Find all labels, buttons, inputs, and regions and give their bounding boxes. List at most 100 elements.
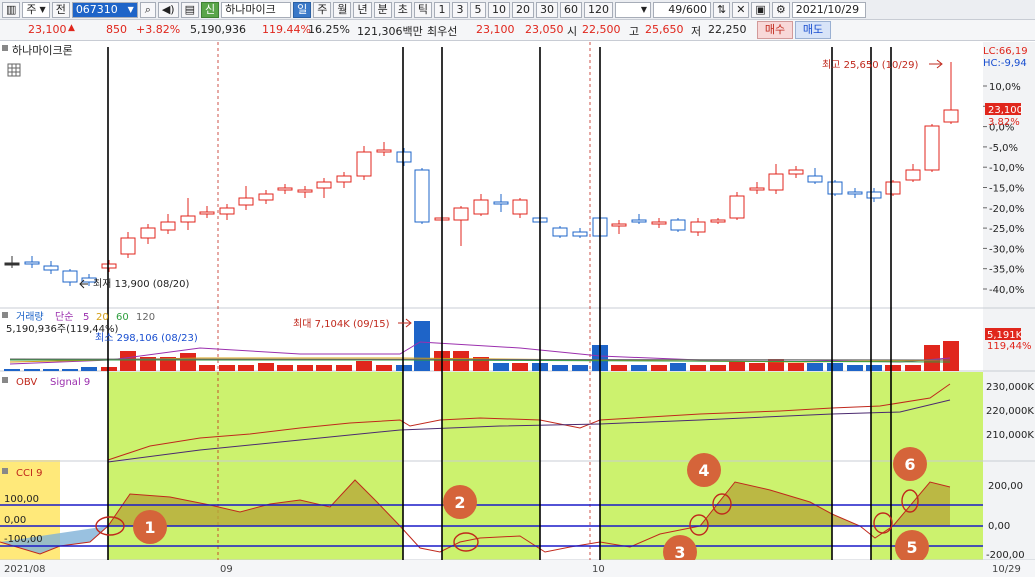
- price-axis-tick: -15,0%: [989, 184, 1024, 195]
- volume-legend-item: 거래량: [16, 311, 44, 323]
- candle-body: [552, 227, 568, 237]
- volume-bar: [297, 365, 313, 371]
- candle-body: [611, 223, 627, 227]
- stock-code-input[interactable]: 067310 ▼: [71, 1, 138, 18]
- chart-layout-icon[interactable]: ▥: [2, 1, 21, 18]
- stock-badge: 신: [200, 1, 220, 18]
- candle-body: [180, 215, 196, 223]
- marker-label: 1: [144, 518, 155, 537]
- speaker-icon[interactable]: ◀): [157, 1, 179, 18]
- volume-bar: [316, 365, 332, 371]
- collapse-icon[interactable]: [2, 377, 8, 383]
- volume-bar: [219, 365, 235, 371]
- volume-bar: [81, 367, 97, 371]
- cci-level-label: 0,00: [4, 515, 26, 526]
- collapse-icon[interactable]: [2, 45, 8, 51]
- price-axis-tick: -5,0%: [989, 143, 1018, 154]
- candle-body: [356, 151, 372, 177]
- interval-5[interactable]: 5: [469, 1, 486, 18]
- candle-body: [924, 125, 940, 171]
- obv-axis: 230,000K 220,000K 210,000K: [986, 382, 1034, 441]
- up-triangle-icon: ▲: [68, 23, 75, 33]
- high-label: 고: [629, 25, 640, 38]
- volume-bar: [493, 363, 509, 371]
- tab-second[interactable]: 초: [393, 1, 412, 18]
- menu-icon[interactable]: ▤: [180, 1, 199, 18]
- volume-bar: [924, 345, 940, 371]
- tab-minute[interactable]: 분: [373, 1, 392, 18]
- volume-bar: [710, 365, 726, 371]
- interval-combo[interactable]: ▼: [614, 1, 651, 18]
- period-combo[interactable]: 주 ▼: [22, 1, 50, 18]
- ask-price: 23,050: [525, 23, 564, 36]
- open-price: 22,500: [582, 23, 621, 36]
- interval-3[interactable]: 3: [451, 1, 468, 18]
- obv-axis-tick: 220,000K: [986, 406, 1034, 417]
- tab-year[interactable]: 년: [353, 1, 372, 18]
- save-icon[interactable]: ▣: [751, 1, 770, 18]
- signal-legend: Signal 9: [50, 377, 90, 388]
- prev-button[interactable]: 전: [51, 1, 70, 18]
- highlight-zone: [442, 372, 540, 560]
- candle-body: [827, 181, 843, 195]
- candle-body: [651, 221, 667, 225]
- tab-tick[interactable]: 틱: [413, 1, 432, 18]
- chart-area[interactable]: 하나마이크론 LC:66,19 HC:-9,94 최고 25,650 (10/2…: [0, 42, 1035, 577]
- volume-bar: [238, 365, 254, 371]
- date-field[interactable]: 2021/10/29: [791, 1, 866, 18]
- volume-legend-item: 단순: [55, 311, 73, 323]
- interval-60[interactable]: 60: [559, 1, 582, 18]
- candle-body: [297, 189, 313, 193]
- cci-axis-tick: 0,00: [988, 521, 1010, 532]
- chart-canvas[interactable]: 하나마이크론 LC:66,19 HC:-9,94 최고 25,650 (10/2…: [0, 42, 1035, 577]
- tab-month[interactable]: 월: [333, 1, 352, 18]
- collapse-icon[interactable]: [2, 468, 8, 474]
- gear-icon[interactable]: ⚙: [771, 1, 790, 18]
- volume-bar: [336, 365, 352, 371]
- stock-name-field[interactable]: 하나마이크: [221, 1, 292, 18]
- candle-body: [493, 201, 509, 205]
- candle-body: [43, 265, 59, 271]
- tab-week[interactable]: 주: [313, 1, 332, 18]
- volume-bar: [905, 365, 921, 371]
- price-axis-tick: -10,0%: [989, 163, 1024, 174]
- counter-field[interactable]: 49/600: [652, 1, 711, 18]
- sell-button[interactable]: 매도: [795, 21, 831, 39]
- candle-body: [749, 187, 765, 191]
- volume-bar: [199, 365, 215, 371]
- high-price: 25,650: [645, 23, 684, 36]
- lc-label: LC:66,19: [983, 46, 1028, 57]
- candle-body: [670, 219, 686, 231]
- current-pct-tag: 3.82%: [988, 117, 1020, 128]
- price-info-bar: 23,100 ▲ 850 +3.82% 5,190,936 119.44% 16…: [0, 20, 1035, 41]
- volume-pct-tag: 119,44%: [987, 341, 1032, 352]
- interval-120[interactable]: 120: [583, 1, 613, 18]
- stock-code-value: 067310: [75, 2, 118, 16]
- split-icon[interactable]: ⇅: [712, 1, 731, 18]
- buy-button[interactable]: 매수: [757, 21, 793, 39]
- candle-body: [219, 207, 235, 215]
- date-value: 2021/10/29: [795, 2, 860, 16]
- chevron-down-icon: ▼: [640, 4, 647, 14]
- interval-10[interactable]: 10: [487, 1, 510, 18]
- search-icon[interactable]: ⌕: [139, 1, 156, 18]
- collapse-icon[interactable]: [2, 312, 8, 318]
- volume-bar: [277, 365, 293, 371]
- cross-icon[interactable]: ✕: [732, 1, 750, 18]
- candle-body: [768, 173, 784, 191]
- candle-body: [4, 262, 20, 266]
- volume-bar: [376, 365, 392, 371]
- volume-tag-text: 5,191K: [987, 330, 1023, 341]
- candle-body: [473, 199, 489, 215]
- volume-bar: [180, 353, 196, 371]
- interval-30[interactable]: 30: [535, 1, 558, 18]
- candle-body: [140, 227, 156, 239]
- cci-level-label: -100,00: [4, 534, 43, 545]
- interval-1[interactable]: 1: [433, 1, 450, 18]
- candle: [924, 124, 940, 172]
- price-axis-tick: -35,0%: [989, 265, 1024, 276]
- volume-bar: [866, 365, 882, 371]
- tab-day[interactable]: 일: [293, 1, 312, 18]
- interval-20[interactable]: 20: [511, 1, 534, 18]
- marker-label: 3: [674, 543, 685, 562]
